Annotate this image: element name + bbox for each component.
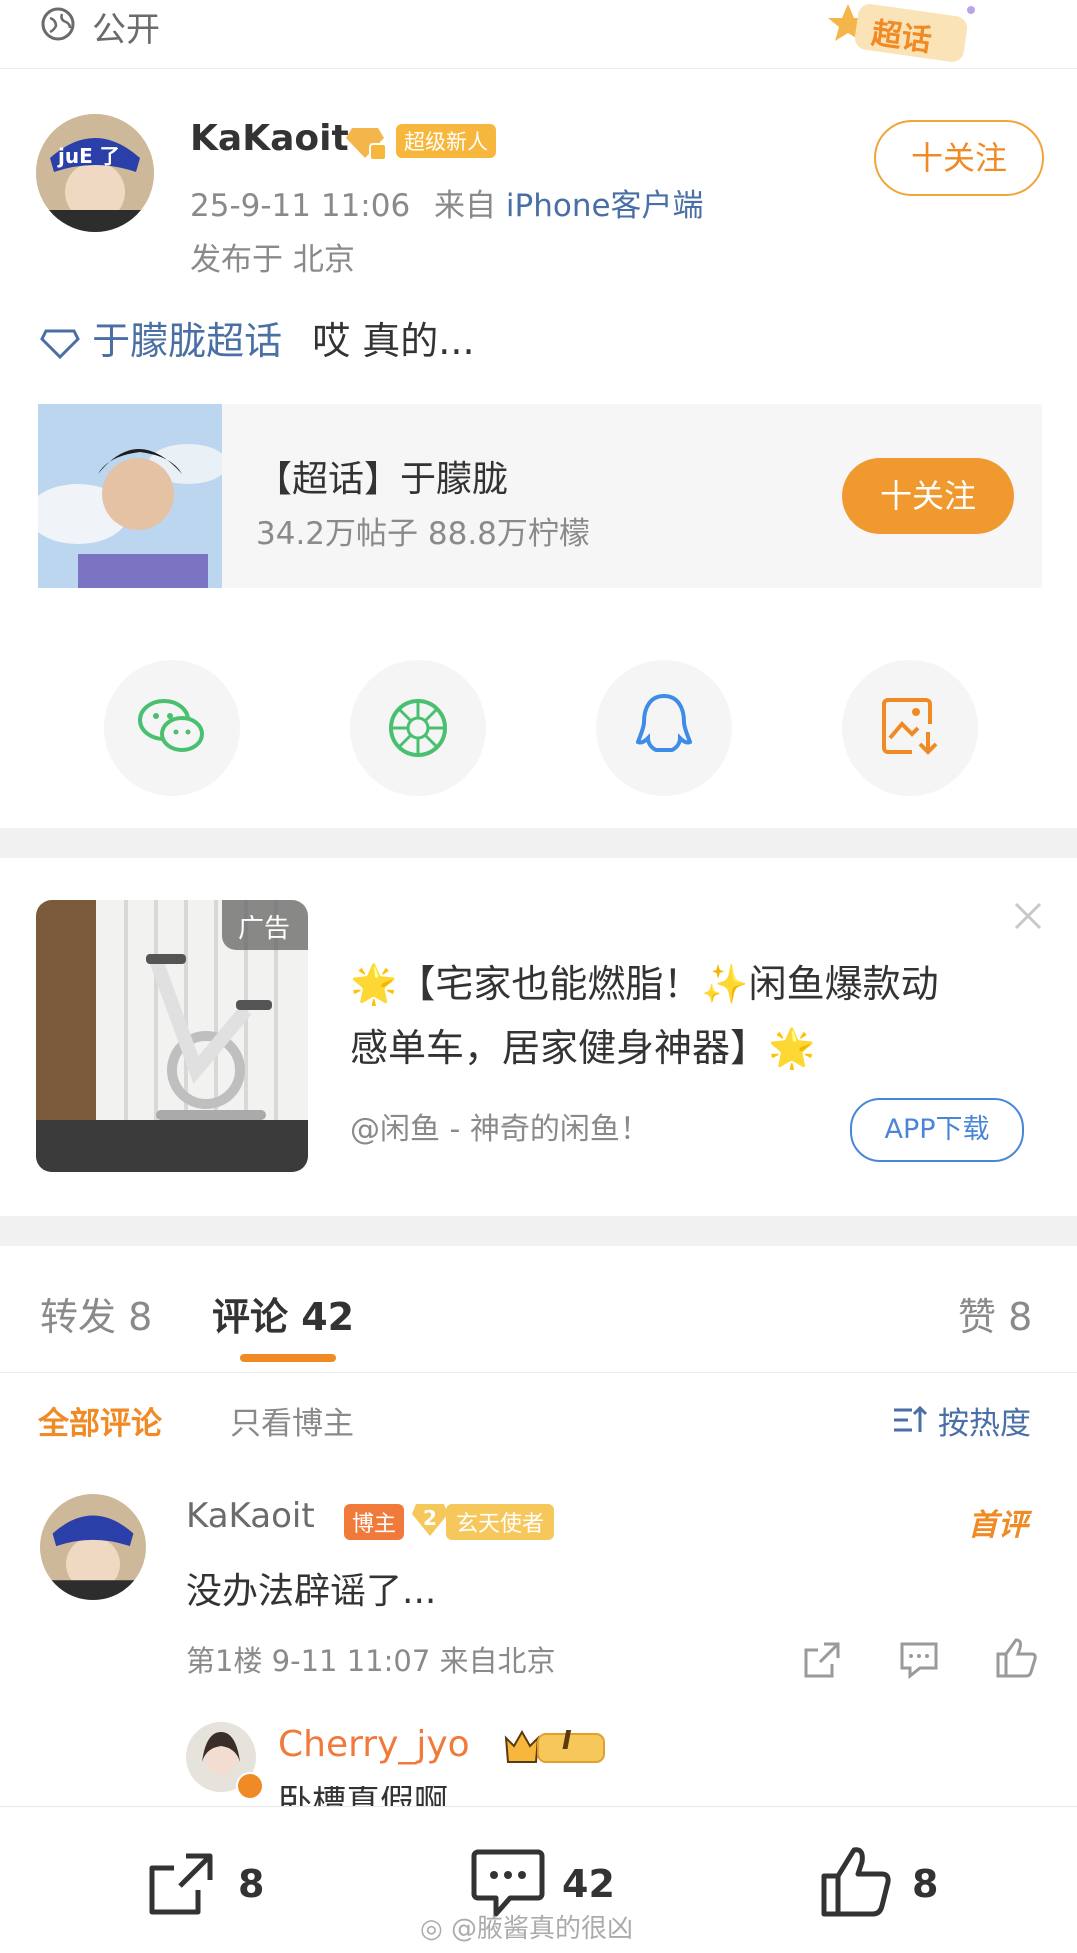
reply-icon[interactable]: [898, 1640, 940, 1680]
level-number: 2: [423, 1506, 437, 1530]
author-role-badge: 博主: [344, 1504, 405, 1540]
level-title-badge: 玄天使者: [446, 1504, 555, 1540]
active-tab-indicator: [240, 1354, 336, 1362]
qq-icon: [636, 693, 692, 752]
author-level-badge: 超级新人: [396, 124, 496, 158]
supertopic-diamond-icon: [40, 329, 80, 359]
like-button[interactable]: 8: [818, 1844, 968, 1924]
comment-count: 42: [562, 1862, 615, 1906]
section-divider-2: [0, 1216, 1077, 1246]
close-icon[interactable]: [1010, 898, 1046, 934]
weibo-logo-icon: ◎: [420, 1914, 443, 1944]
filter-all-comments[interactable]: 全部评论: [38, 1398, 162, 1443]
watermark-text: @腋酱真的很凶: [450, 1914, 633, 1944]
commenter-avatar[interactable]: [40, 1494, 146, 1600]
supertopic-title: 【超话】于朦胧: [256, 459, 509, 500]
source-prefix: 来自: [434, 188, 497, 224]
share-moments-button[interactable]: [350, 660, 486, 796]
like-icon: [821, 1847, 891, 1917]
supertopic-stats: 34.2万帖子 88.8万柠檬: [256, 516, 590, 552]
chaohua-text: 超话: [869, 15, 934, 59]
first-comment-tag: 首评: [968, 1508, 1028, 1543]
share-comment-icon[interactable]: [802, 1640, 842, 1680]
sort-icon[interactable]: [892, 1404, 928, 1436]
moments-icon: [389, 699, 447, 757]
reply-author-name[interactable]: Cherry_jyo: [278, 1724, 470, 1765]
wechat-icon: [138, 699, 204, 752]
crown-level-icon: [504, 1729, 605, 1763]
star-emoji-icon-2: 🌟: [768, 1026, 816, 1070]
post-body: 于朦胧超话 哎 真的...: [40, 310, 475, 365]
ad-image[interactable]: 广告: [36, 900, 308, 1172]
post-location: 发布于 北京: [190, 242, 355, 278]
commenter-name[interactable]: KaKaoit: [186, 1496, 315, 1536]
like-comment-icon[interactable]: [994, 1636, 1038, 1680]
repost-button[interactable]: 8: [146, 1850, 286, 1920]
tab-comments[interactable]: 评论 42: [212, 1286, 354, 1341]
comment-meta: 第1楼 9-11 11:07 来自北京: [186, 1644, 556, 1678]
author-avatar[interactable]: juE 了: [36, 114, 154, 232]
sparkle-emoji-icon: ✨: [701, 962, 749, 1006]
member-diamond-icon: [346, 128, 387, 161]
star-emoji-icon: 🌟: [350, 962, 398, 1006]
globe-icon: [41, 7, 75, 41]
reply-level-text: I: [562, 1726, 572, 1756]
verified-badge-icon: [236, 1772, 264, 1800]
share-wechat-button[interactable]: [104, 660, 240, 796]
save-image-icon: [882, 698, 938, 755]
save-image-button[interactable]: [842, 660, 978, 796]
avatar-image: [36, 114, 154, 232]
comment-text: 没办法辟谣了...: [186, 1571, 437, 1612]
post-text: 哎 真的...: [312, 319, 475, 363]
ad-source[interactable]: @闲鱼 - 神奇的闲鱼！: [350, 1104, 650, 1148]
level-diamond-icon: 2: [410, 1500, 450, 1540]
chaohua-badge[interactable]: 超话: [826, 0, 986, 70]
sort-by-hot[interactable]: 按热度: [938, 1398, 1031, 1443]
filter-author-only[interactable]: 只看博主: [230, 1398, 354, 1443]
visibility-label[interactable]: 公开: [92, 2, 160, 51]
ad-line1: 【宅家也能燃脂！: [397, 962, 702, 1006]
ad-tag: 广告: [237, 914, 290, 944]
ad-headline[interactable]: 🌟【宅家也能燃脂！✨闲鱼爆款动 感单车，居家健身神器】🌟: [350, 952, 1030, 1080]
repost-count: 8: [238, 1862, 265, 1906]
share-qq-button[interactable]: [596, 660, 732, 796]
cover-image: [38, 404, 222, 588]
topic-link[interactable]: 于朦胧超话: [92, 319, 282, 363]
tabs-divider: [0, 1372, 1077, 1373]
post-datetime: 25-9-11 11:06: [190, 188, 411, 224]
ad-line2: 感单车，居家健身神器】: [350, 1026, 769, 1070]
repost-icon: [149, 1853, 213, 1915]
tab-likes[interactable]: 赞 8: [958, 1286, 1032, 1341]
watermark: ◎ @腋酱真的很凶: [420, 1908, 633, 1945]
supertopic-cover: [38, 404, 222, 588]
post-meta: 25-9-11 11:06 来自 iPhone客户端: [190, 180, 704, 225]
follow-supertopic-button[interactable]: 十关注: [842, 458, 1014, 534]
post-source[interactable]: iPhone客户端: [506, 188, 704, 224]
ad-line1b: 闲鱼爆款动: [748, 962, 939, 1006]
author-name[interactable]: KaKaoit: [190, 118, 349, 159]
like-count: 8: [912, 1862, 939, 1906]
avatar-cap-text: juE 了: [58, 144, 120, 168]
section-divider: [0, 828, 1077, 858]
avatar-image-2: [40, 1494, 146, 1600]
reply-text: 卧槽真假啊: [278, 1786, 448, 1806]
follow-author-button[interactable]: 十关注: [874, 120, 1044, 196]
app-download-button[interactable]: APP下载: [850, 1098, 1024, 1162]
tab-repost[interactable]: 转发 8: [40, 1286, 152, 1341]
reply-text-clip: 卧槽真假啊: [278, 1786, 978, 1806]
